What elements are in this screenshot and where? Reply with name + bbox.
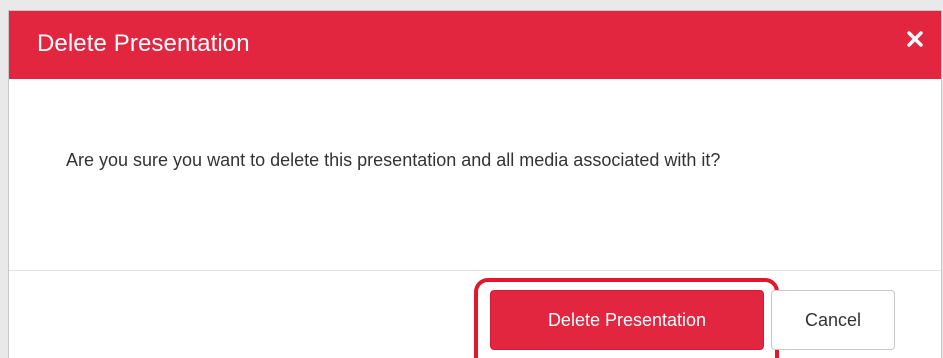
close-icon [907,31,923,47]
dialog-title: Delete Presentation [37,30,250,57]
cancel-button[interactable]: Cancel [771,290,895,350]
dialog-body: Are you sure you want to delete this pre… [9,79,941,271]
dialog-footer: Delete Presentation Cancel [9,271,941,358]
confirmation-message: Are you sure you want to delete this pre… [66,150,721,170]
delete-presentation-dialog: Delete Presentation Are you sure you wan… [8,10,942,358]
dialog-header: Delete Presentation [9,11,941,79]
close-button[interactable] [903,27,927,51]
delete-presentation-button[interactable]: Delete Presentation [490,290,764,350]
